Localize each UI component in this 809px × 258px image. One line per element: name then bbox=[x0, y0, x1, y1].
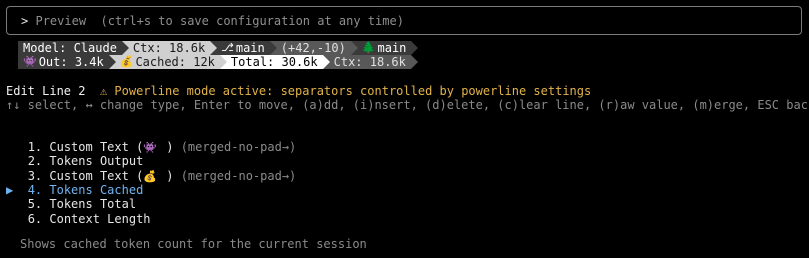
prompt-chevron: > bbox=[21, 14, 29, 28]
powerline-segment-text: Model: Claude bbox=[23, 41, 117, 55]
powerline-segment-text: Ctx: 18.6k bbox=[132, 41, 206, 55]
alien-monster-icon: 👾 bbox=[143, 141, 157, 154]
tree-icon: 🌲 bbox=[361, 41, 376, 54]
item-number: 1. bbox=[27, 140, 43, 154]
preview-label: Preview bbox=[35, 14, 87, 28]
powerline-segment: 👾 Out: 3.4k bbox=[18, 55, 116, 69]
warning-icon: ⚠ bbox=[99, 84, 108, 98]
item-label: Custom Text ( bbox=[49, 168, 144, 183]
widget-list-item[interactable]: 6. Context Length bbox=[6, 212, 151, 226]
edit-header: Edit Line 2 ⚠ Powerline mode active: sep… bbox=[6, 84, 591, 98]
selection-cursor-icon bbox=[6, 212, 13, 226]
preview-text: > Preview (ctrl+s to save configuration … bbox=[21, 13, 404, 29]
item-description: Shows cached token count for the current… bbox=[20, 237, 367, 251]
money-bag-icon: 💰 bbox=[119, 55, 134, 68]
item-label: Tokens Cached bbox=[49, 182, 144, 197]
powerline-segment-text: Out: 3.4k bbox=[38, 55, 104, 69]
item-label: Tokens Total bbox=[49, 197, 137, 212]
merge-tag: (merged-no-pad→) bbox=[180, 168, 297, 183]
powerline-segment-text: Cached: 12k bbox=[135, 55, 215, 69]
widget-list-item[interactable]: 5. Tokens Total bbox=[6, 197, 136, 211]
powerline-row-1: Model: Claude Ctx: 18.6k ⎇ main (+42,-10) 🌲 ma… bbox=[18, 41, 418, 55]
powerline-segment: 🌲 main bbox=[350, 41, 418, 55]
powerline-segment: Ctx: 18.6k bbox=[322, 55, 419, 69]
preview-box[interactable]: > Preview (ctrl+s to save configuration … bbox=[6, 6, 802, 35]
selection-cursor-icon bbox=[6, 154, 13, 168]
powerline-warning: Powerline mode active: separators contro… bbox=[114, 84, 592, 98]
alien-monster-icon: 👾 bbox=[23, 55, 37, 68]
selection-cursor-icon bbox=[6, 197, 13, 211]
preview-hint: (ctrl+s to save configuration at any tim… bbox=[100, 14, 404, 28]
powerline-segment: Ctx: 18.6k bbox=[121, 41, 218, 55]
widget-list-item[interactable]: 3. Custom Text (💰 ) (merged-no-pad→) bbox=[6, 168, 297, 183]
selection-cursor-icon bbox=[6, 169, 13, 183]
selection-cursor-icon: ▶ bbox=[6, 182, 14, 197]
item-number: 5. bbox=[27, 197, 43, 212]
powerline-segment: (+42,-10) bbox=[269, 41, 358, 55]
keyboard-help: ↑↓ select, ↔ change type, Enter to move,… bbox=[6, 98, 809, 112]
selection-cursor-icon bbox=[6, 140, 13, 154]
powerline-segment-text: main bbox=[235, 41, 265, 55]
item-label: Custom Text ( bbox=[49, 140, 144, 154]
powerline-segment: Total: 30.6k bbox=[219, 55, 330, 69]
edit-title: Edit Line 2 bbox=[6, 84, 86, 98]
powerline-segment: ⎇ main bbox=[210, 41, 277, 55]
merge-tag: (merged-no-pad→) bbox=[180, 140, 297, 154]
powerline-row-2: 👾 Out: 3.4k 💰 Cached: 12k Total: 30.6k Ctx: 1… bbox=[18, 55, 419, 69]
powerline-segment-text: Total: 30.6k bbox=[230, 55, 318, 69]
item-number: 3. bbox=[27, 168, 43, 183]
powerline-segment-text: (+42,-10) bbox=[280, 41, 346, 55]
item-label-suffix: ) bbox=[159, 140, 174, 154]
money-bag-icon: 💰 bbox=[143, 169, 157, 183]
branch-icon: ⎇ bbox=[221, 41, 234, 54]
powerline-segment: Model: Claude bbox=[18, 41, 129, 55]
item-label-suffix: ) bbox=[159, 168, 174, 183]
item-number: 4. bbox=[27, 182, 43, 197]
widget-list-item[interactable]: 2. Tokens Output bbox=[6, 154, 144, 169]
item-number: 2. bbox=[27, 154, 43, 169]
powerline-segment-text: main bbox=[377, 41, 407, 55]
powerline-segment: 💰 Cached: 12k bbox=[108, 55, 228, 69]
item-label: Tokens Output bbox=[49, 154, 144, 169]
powerline-segment-text: Ctx: 18.6k bbox=[333, 55, 406, 69]
widget-list-item[interactable]: 1. Custom Text (👾 ) (merged-no-pad→) bbox=[6, 140, 297, 154]
widget-list-item[interactable]: ▶ 4. Tokens Cached bbox=[6, 183, 143, 197]
item-label: Context Length bbox=[49, 211, 151, 226]
item-number: 6. bbox=[27, 211, 43, 226]
